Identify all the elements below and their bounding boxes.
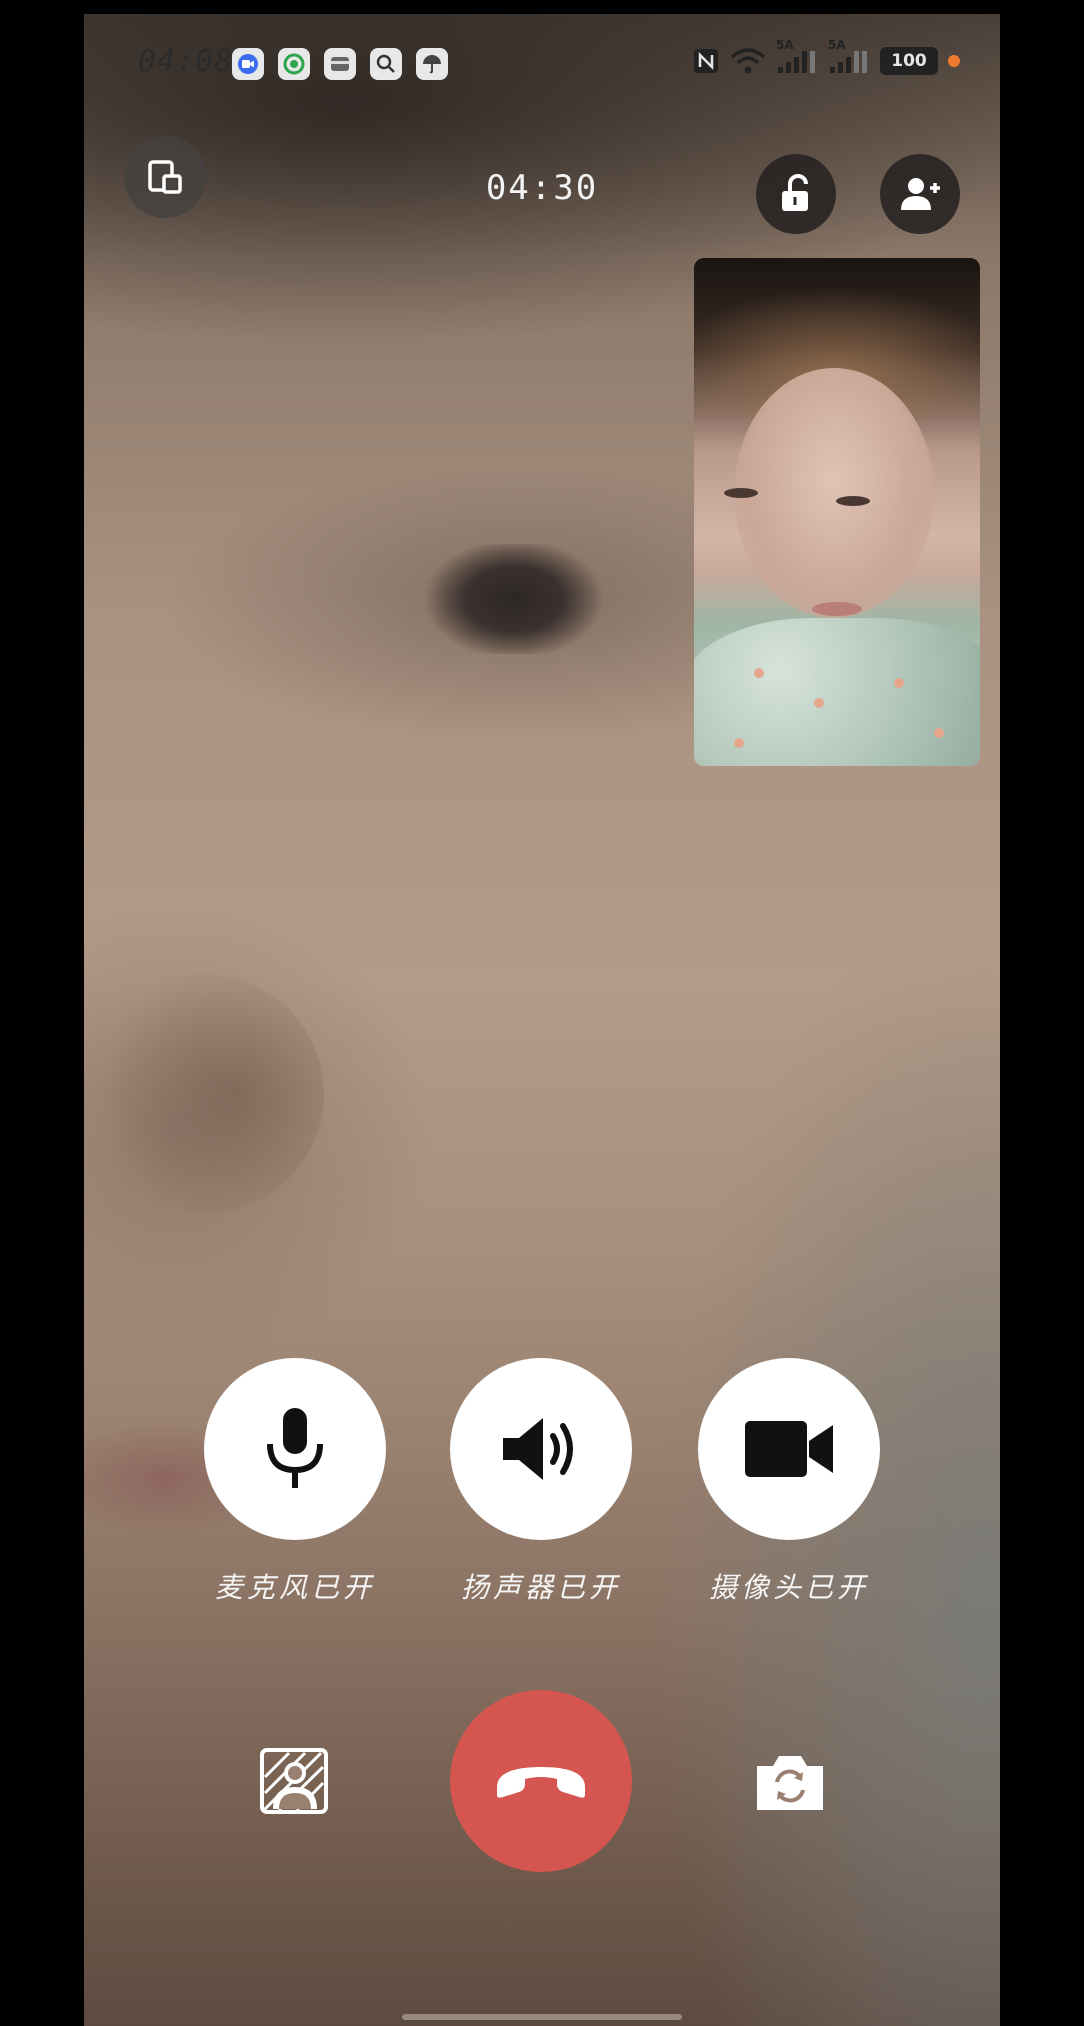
self-view-video[interactable] <box>694 258 980 766</box>
pillow-flower <box>934 728 944 738</box>
switch-camera-button[interactable] <box>752 1750 828 1816</box>
notification-icons <box>232 48 448 80</box>
battery-indicator: 100 <box>880 47 938 75</box>
pillow-flower <box>754 668 764 678</box>
network-type-label-1: 5A <box>776 38 794 52</box>
hang-up-icon <box>497 1767 585 1798</box>
hang-up-button[interactable] <box>450 1690 632 1872</box>
status-bar: 04:08 5A 5A 100 <box>84 38 1000 84</box>
microphone-toggle-button[interactable] <box>204 1358 386 1540</box>
blur-background-icon <box>260 1748 328 1814</box>
video-camera-icon <box>745 1421 833 1477</box>
background-blur-button[interactable] <box>258 1746 330 1816</box>
add-member-button[interactable] <box>880 154 960 234</box>
self-view-face <box>734 368 934 618</box>
lock-screen-button[interactable] <box>756 154 836 234</box>
green-app-icon <box>278 48 310 80</box>
remote-video-nose <box>84 974 324 1214</box>
pillow-flower <box>814 698 824 708</box>
pillow-flower <box>894 678 904 688</box>
camera-toggle-button[interactable] <box>698 1358 880 1540</box>
microphone-label: 麦克风已开 <box>214 1571 375 1604</box>
speaker-toggle-button[interactable] <box>450 1358 632 1540</box>
status-indicators: 5A 5A 100 <box>692 38 960 76</box>
cellular-signal-2-icon: 5A <box>828 38 870 76</box>
wifi-icon <box>730 46 766 76</box>
search-app-icon <box>370 48 402 80</box>
pillow-flower <box>734 738 744 748</box>
switch-camera-icon <box>757 1756 823 1810</box>
recording-dot <box>948 55 960 67</box>
video-call-screen: 04:08 5A 5A 100 04:30 麦克风已开 扬声器已开 摄像头已开 <box>84 14 1000 2026</box>
camera-label: 摄像头已开 <box>708 1571 869 1604</box>
wallet-app-icon <box>324 48 356 80</box>
self-view-eye-left <box>724 488 758 498</box>
self-view-eye-right <box>836 496 870 506</box>
microphone-icon <box>267 1408 323 1488</box>
speaker-label: 扬声器已开 <box>460 1571 621 1604</box>
cellular-signal-1-icon: 5A <box>776 38 818 76</box>
nfc-icon <box>692 46 720 76</box>
network-type-label-2: 5A <box>828 38 846 52</box>
remote-video-eye <box>304 544 734 654</box>
video-app-icon <box>232 48 264 80</box>
call-duration: 04:30 <box>485 168 599 208</box>
status-time: 04:08 <box>138 44 234 79</box>
umbrella-app-icon <box>416 48 448 80</box>
self-view-mouth <box>812 602 862 616</box>
speaker-icon <box>503 1418 573 1480</box>
unlock-icon <box>782 174 808 211</box>
home-indicator[interactable] <box>402 2014 682 2020</box>
add-person-icon <box>901 178 940 210</box>
